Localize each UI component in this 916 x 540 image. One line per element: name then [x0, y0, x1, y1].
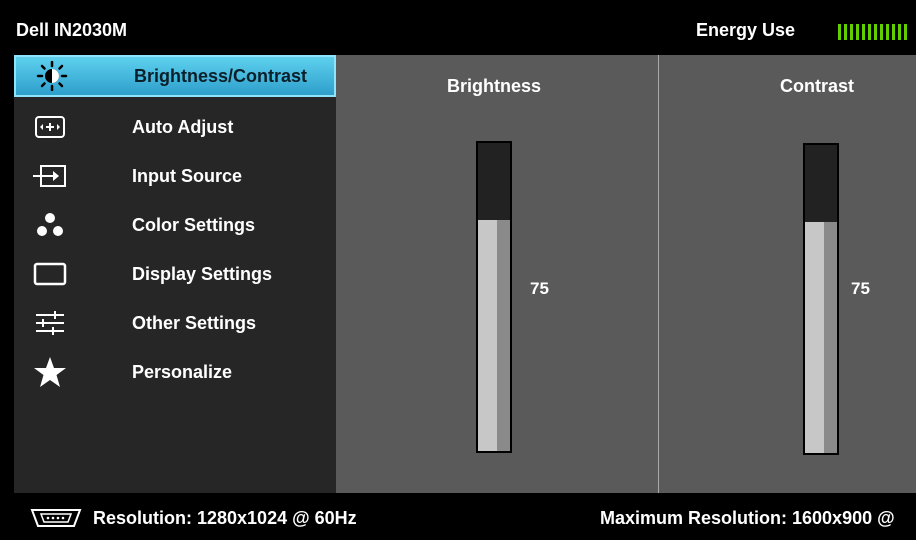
menu-label-other-settings: Other Settings	[132, 312, 257, 333]
contrast-slider[interactable]	[803, 143, 839, 455]
menu-item-auto-adjust[interactable]: Auto Adjust	[14, 106, 336, 148]
auto-adjust-icon	[30, 112, 70, 142]
color-dots-icon	[30, 210, 70, 240]
monitor-osd: Dell IN2030M Energy Use Brightness/Contr…	[0, 0, 916, 540]
contrast-title: Contrast	[780, 76, 855, 96]
osd-menu: Brightness/Contrast Auto Adjust Input So…	[14, 55, 336, 493]
vga-connector-icon	[28, 508, 84, 528]
current-resolution: Resolution: 1280x1024 @ 60Hz	[93, 508, 357, 528]
menu-label-display-settings: Display Settings	[132, 263, 273, 284]
menu-item-brightness-contrast[interactable]: Brightness/Contrast	[14, 55, 336, 97]
menu-label-brightness-contrast: Brightness/Contrast	[134, 65, 308, 86]
brightness-slider-fill	[478, 220, 510, 451]
menu-item-input-source[interactable]: Input Source	[14, 155, 336, 197]
brightness-slider[interactable]	[476, 141, 512, 453]
menu-item-color-settings[interactable]: Color Settings	[14, 204, 336, 246]
menu-label-auto-adjust: Auto Adjust	[132, 116, 234, 137]
display-rectangle-icon	[30, 259, 70, 289]
energy-use-label: Energy Use	[696, 20, 796, 40]
menu-item-personalize[interactable]: Personalize	[14, 351, 336, 393]
brightness-title: Brightness	[447, 76, 542, 96]
menu-label-color-settings: Color Settings	[132, 214, 256, 235]
osd-footer: Resolution: 1280x1024 @ 60Hz Maximum Res…	[6, 494, 916, 537]
menu-label-input-source: Input Source	[132, 165, 243, 186]
monitor-model-title: Dell IN2030M	[16, 20, 128, 40]
star-icon	[30, 357, 70, 387]
contrast-value: 75	[851, 279, 870, 298]
input-source-icon	[30, 161, 70, 191]
contrast-slider-fill	[805, 222, 837, 453]
menu-item-other-settings[interactable]: Other Settings	[14, 302, 336, 344]
sun-icon	[32, 61, 72, 91]
menu-label-personalize: Personalize	[132, 361, 233, 382]
osd-header: Dell IN2030M Energy Use	[6, 6, 916, 53]
panel-divider	[658, 55, 659, 493]
brightness-contrast-panel: Brightness 75 Contrast 75	[336, 55, 916, 493]
brightness-value: 75	[530, 279, 549, 298]
maximum-resolution: Maximum Resolution: 1600x900 @	[600, 508, 895, 528]
energy-use-meter	[838, 24, 907, 40]
menu-item-display-settings[interactable]: Display Settings	[14, 253, 336, 295]
sliders-icon	[30, 308, 70, 338]
